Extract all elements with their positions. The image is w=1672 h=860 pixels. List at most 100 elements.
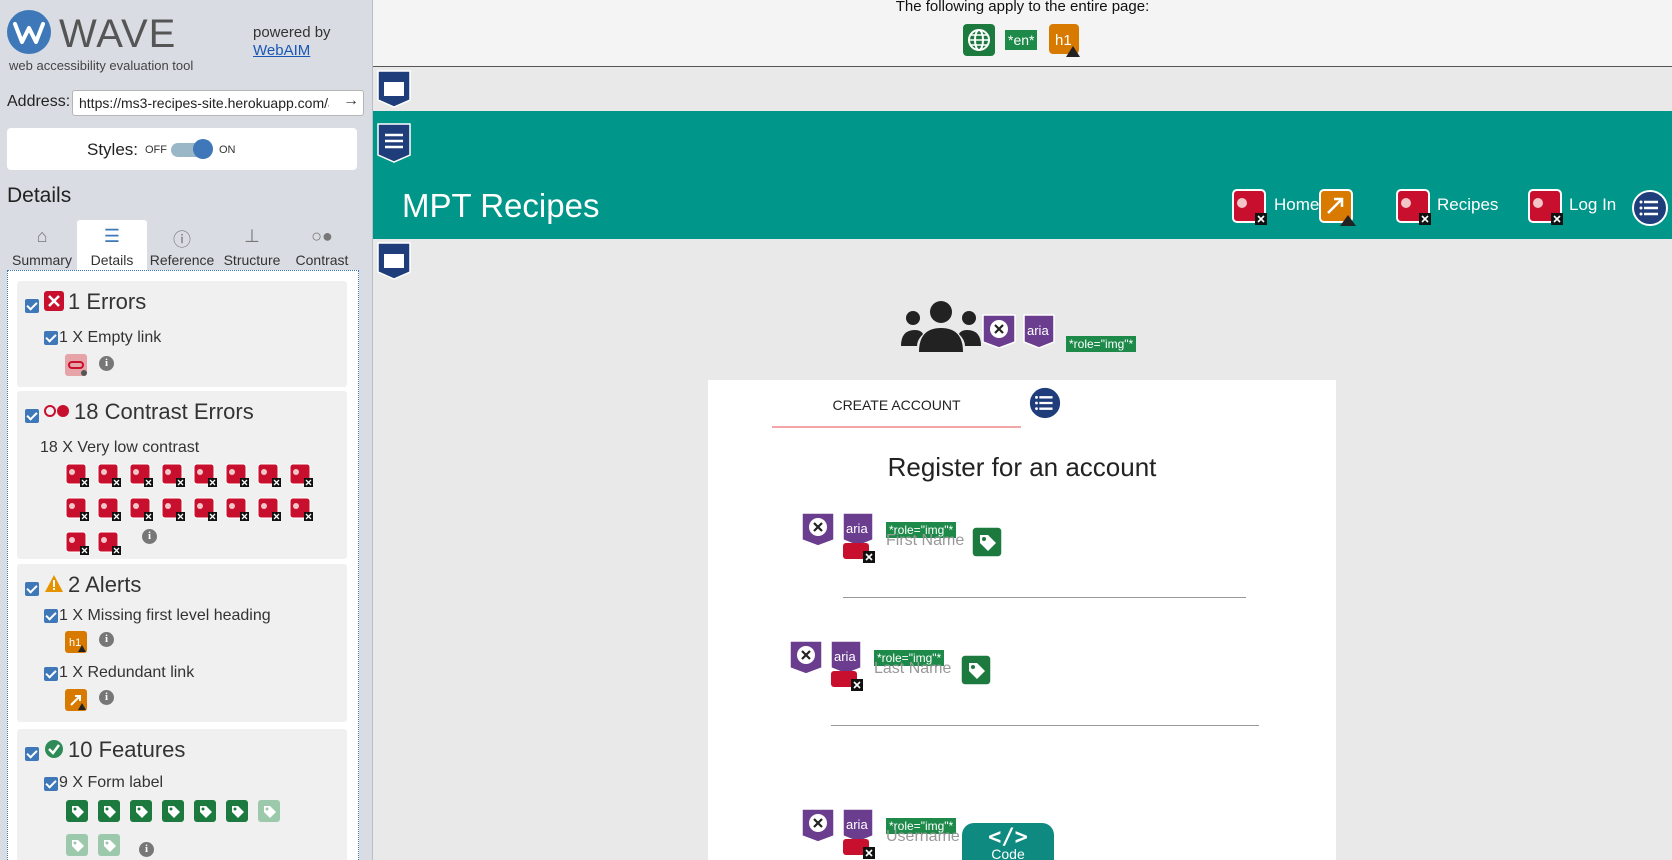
tab-create-account[interactable]: CREATE ACCOUNT [772, 397, 1021, 413]
register-title: Register for an account [887, 452, 1157, 482]
info-icon[interactable]: i [99, 690, 114, 705]
navigation-region-icon[interactable] [377, 123, 411, 163]
address-input[interactable] [77, 94, 331, 112]
go-arrow-icon[interactable]: → [343, 92, 359, 110]
contrast-error-icon[interactable] [65, 497, 89, 521]
form-label-icon[interactable] [225, 799, 249, 823]
form-label-icon[interactable] [193, 799, 217, 823]
styles-toggle-knob[interactable] [193, 139, 213, 159]
features-checkbox[interactable] [25, 747, 39, 761]
tab-structure[interactable]: ⊥ Structure [217, 220, 287, 270]
contrast-error-icon[interactable] [97, 531, 121, 555]
list-structure-icon[interactable] [1028, 386, 1062, 420]
alerts-checkbox[interactable] [25, 582, 39, 596]
contrast-error-icon[interactable] [289, 497, 313, 521]
webaim-link[interactable]: WebAIM [253, 42, 310, 59]
address-label: Address: [7, 93, 71, 110]
role-img-tag[interactable]: *role="img"* [1066, 336, 1137, 352]
styles-off-label: OFF [145, 144, 167, 156]
contrast-error-icon[interactable] [257, 497, 281, 521]
address-row: Address: → [7, 90, 364, 116]
aria-icon[interactable]: aria [842, 808, 874, 842]
form-label-icon[interactable] [960, 654, 992, 686]
contrast-error-icon[interactable] [225, 463, 249, 487]
errors-section: 1 Errors 1 X Empty link i [17, 281, 347, 387]
missing-alt-x-icon[interactable] [801, 808, 835, 842]
nav-recipes-link[interactable]: Recipes [1437, 195, 1498, 215]
first-name-placeholder[interactable]: First Name [886, 532, 964, 550]
contrast-checkbox[interactable] [25, 409, 39, 423]
aria-icon[interactable]: aria [842, 512, 874, 546]
form-label-checkbox[interactable] [44, 777, 58, 791]
contrast-error-icon[interactable] [129, 463, 153, 487]
contrast-error-icon[interactable] [842, 542, 876, 564]
svg-text:aria: aria [1027, 323, 1049, 338]
analyzed-page: The following apply to the entire page: … [373, 0, 1672, 860]
contrast-error-icon[interactable] [97, 497, 121, 521]
aria-icon[interactable]: aria [1023, 314, 1055, 348]
h1-alert-icon[interactable]: h1 [65, 631, 87, 653]
tab-contrast-label: Contrast [295, 252, 349, 268]
info-icon[interactable]: i [139, 842, 154, 857]
contrast-error-icon[interactable] [129, 497, 153, 521]
main-region-icon[interactable] [377, 242, 411, 280]
contrast-error-icon[interactable] [1528, 189, 1564, 225]
contrast-error-icon[interactable] [161, 463, 185, 487]
address-box: → [72, 90, 364, 116]
missing-alt-x-icon[interactable] [801, 512, 835, 546]
contrast-error-icon[interactable] [257, 463, 281, 487]
h1-alert-icon[interactable]: h1 [1049, 24, 1081, 58]
tab-reference[interactable]: ⓘ Reference [147, 220, 217, 270]
form-label-icon[interactable] [971, 526, 1003, 558]
info-icon[interactable]: i [99, 356, 114, 371]
contrast-error-icon[interactable] [193, 497, 217, 521]
form-label-icon[interactable] [97, 799, 121, 823]
form-label-icon[interactable] [97, 833, 121, 857]
nav-home-link[interactable]: Home [1274, 195, 1319, 215]
form-label-icon[interactable] [65, 799, 89, 823]
username-placeholder[interactable]: Username [886, 828, 960, 846]
info-icon[interactable]: i [99, 632, 114, 647]
last-name-placeholder[interactable]: Last Name [874, 660, 951, 678]
contrast-subtitle: 18 X Very low contrast [40, 439, 200, 456]
form-label-icon[interactable] [257, 799, 281, 823]
language-globe-icon[interactable] [963, 24, 995, 56]
features-section: 10 Features 9 X Form label i [17, 729, 347, 860]
contrast-error-icon[interactable] [1396, 189, 1432, 225]
contrast-error-icon[interactable] [65, 463, 89, 487]
code-toggle-button[interactable]: </> Code [962, 823, 1054, 860]
nav-login-link[interactable]: Log In [1569, 195, 1616, 215]
aria-icon[interactable]: aria [830, 640, 862, 674]
tab-contrast[interactable]: ○● Contrast [287, 220, 357, 270]
errors-checkbox[interactable] [25, 299, 39, 313]
empty-link-icon[interactable] [65, 354, 87, 376]
missing-h1-checkbox[interactable] [44, 609, 58, 623]
contrast-error-icon[interactable] [193, 463, 217, 487]
code-label: Code [991, 846, 1025, 860]
header-region-icon[interactable] [377, 70, 411, 108]
contrast-error-icon[interactable] [225, 497, 249, 521]
contrast-error-icon[interactable] [289, 463, 313, 487]
redundant-link-icon[interactable] [65, 689, 87, 711]
contrast-error-icon[interactable] [830, 670, 864, 692]
form-label-icon[interactable] [129, 799, 153, 823]
tab-details-label: Details [90, 252, 134, 268]
redundant-link-checkbox[interactable] [44, 667, 58, 681]
contrast-error-icon[interactable] [65, 531, 89, 555]
contrast-error-icon[interactable] [842, 838, 876, 860]
form-label-icon[interactable] [161, 799, 185, 823]
missing-alt-x-icon[interactable] [982, 314, 1016, 348]
language-tag[interactable]: *en* [1005, 30, 1038, 50]
contrast-error-icon[interactable] [1232, 189, 1268, 225]
contrast-error-icon[interactable] [97, 463, 121, 487]
contrast-error-icon[interactable] [161, 497, 185, 521]
redundant-link-icon[interactable] [1319, 189, 1357, 227]
tab-summary[interactable]: ⌂ Summary [7, 220, 77, 270]
info-icon[interactable]: i [142, 529, 157, 544]
list-structure-icon[interactable] [1632, 190, 1668, 226]
site-brand[interactable]: MPT Recipes [402, 187, 599, 225]
empty-link-checkbox[interactable] [44, 331, 58, 345]
form-label-icon[interactable] [65, 833, 89, 857]
tab-details[interactable]: ☰ Details [77, 220, 147, 270]
missing-alt-x-icon[interactable] [789, 640, 823, 674]
